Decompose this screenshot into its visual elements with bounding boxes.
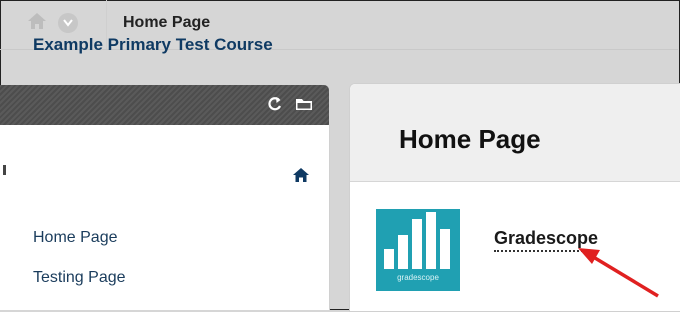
red-arrow-annotation <box>578 248 659 298</box>
